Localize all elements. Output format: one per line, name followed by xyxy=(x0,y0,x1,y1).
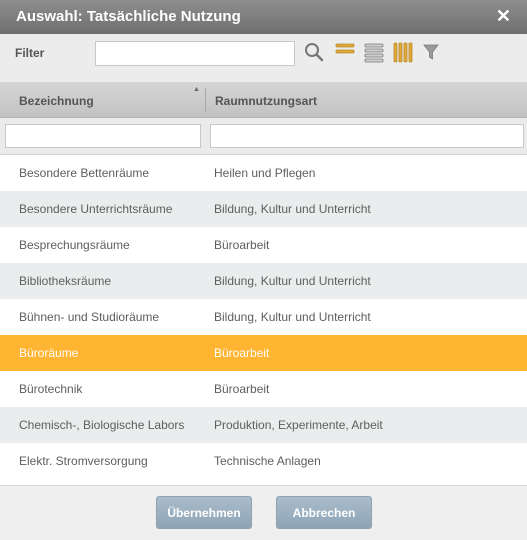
apply-button[interactable]: Übernehmen xyxy=(156,496,252,529)
dialog-titlebar: Auswahl: Tatsächliche Nutzung ✕ xyxy=(0,0,527,34)
cell-bezeichnung: Besprechungsräume xyxy=(19,238,130,252)
cell-bezeichnung: Bibliotheksräume xyxy=(19,274,112,288)
cell-bezeichnung: Besondere Betten­räume xyxy=(19,166,150,180)
table-body: Besondere Betten­räume Heilen und Pflegen… xyxy=(0,155,527,485)
column-divider[interactable] xyxy=(205,88,206,112)
cell-bezeichnung: Bühnen- und Studioräume xyxy=(19,310,160,324)
column-header-raumnutzungsart[interactable]: Raumnutzungsart xyxy=(215,94,317,108)
cell-raumnutzungsart: Büroarbeit xyxy=(214,238,270,252)
cell-raumnutzungsart: Technische Anlagen xyxy=(214,454,321,468)
table-row-selected[interactable]: Büroräume Büroarbeit xyxy=(0,335,527,371)
filter-input[interactable] xyxy=(95,41,295,66)
column-filter-raumnutzungsart[interactable] xyxy=(210,124,524,148)
cell-raumnutzungsart: Büroarbeit xyxy=(214,346,270,360)
cell-raumnutzungsart: Bildung, Kultur und Unterricht xyxy=(214,274,371,288)
selection-dialog: Auswahl: Tatsächliche Nutzung ✕ Filter B… xyxy=(0,0,527,540)
table-row[interactable]: Bürotechnik Büroarbeit xyxy=(0,371,527,407)
cell-raumnutzungsart: Bildung, Kultur und Unterricht xyxy=(214,310,371,324)
cell-bezeichnung: Elektr. Stromversorgung xyxy=(19,454,148,468)
column-header-bezeichnung[interactable]: Bezeichnung xyxy=(19,94,94,108)
columns-icon[interactable] xyxy=(392,41,414,63)
cell-raumnutzungsart: Heilen und Pflegen xyxy=(214,166,316,180)
table-row[interactable]: Besondere Unterrichtsräume Bildung, Kultu… xyxy=(0,191,527,227)
cell-raumnutzungsart: Produktion, Experimente, Arbeit xyxy=(214,418,383,432)
cancel-button[interactable]: Abbrechen xyxy=(276,496,372,529)
column-filter-row xyxy=(0,118,527,155)
column-header-row: Bezeichnung ▲ Raumnutzungsart xyxy=(0,82,527,118)
cell-raumnutzungsart: Bildung, Kultur und Unterricht xyxy=(214,202,371,216)
table-row[interactable]: Besondere Betten­räume Heilen und Pflegen xyxy=(0,155,527,191)
cell-bezeichnung: Bürotechnik xyxy=(19,382,83,396)
filter-label: Filter xyxy=(15,46,45,60)
cell-bezeichnung: Besondere Unterrichtsräume xyxy=(19,202,173,216)
close-icon[interactable]: ✕ xyxy=(496,6,511,27)
cell-bezeichnung: Büroräume xyxy=(19,346,79,360)
filter-bar: Filter xyxy=(0,34,527,82)
cell-raumnutzungsart: Büroarbeit xyxy=(214,382,270,396)
table-row[interactable]: Chemisch-, Biologische Labors Produktion,… xyxy=(0,407,527,443)
sort-ascending-icon: ▲ xyxy=(193,86,200,93)
cell-bezeichnung: Chemisch-, Biologische Labors xyxy=(19,418,185,432)
expand-rows-icon[interactable] xyxy=(363,41,385,63)
column-filter-bezeichnung[interactable] xyxy=(5,124,201,148)
dialog-footer: Übernehmen Abbrechen xyxy=(0,485,527,540)
table-row[interactable]: Elektr. Stromversorgung Technische Anlage… xyxy=(0,443,527,479)
table-row[interactable]: Bibliotheksräume Bildung, Kultur und Unte… xyxy=(0,263,527,299)
collapse-rows-icon[interactable] xyxy=(334,41,356,63)
table-row[interactable]: Bühnen- und Studioräume Bildung, Kultur u… xyxy=(0,299,527,335)
funnel-icon[interactable] xyxy=(421,41,443,63)
search-icon[interactable] xyxy=(303,41,325,63)
table-row[interactable]: Besprechungsräume Büroarbeit xyxy=(0,227,527,263)
dialog-title: Auswahl: Tatsächliche Nutzung xyxy=(16,8,241,25)
